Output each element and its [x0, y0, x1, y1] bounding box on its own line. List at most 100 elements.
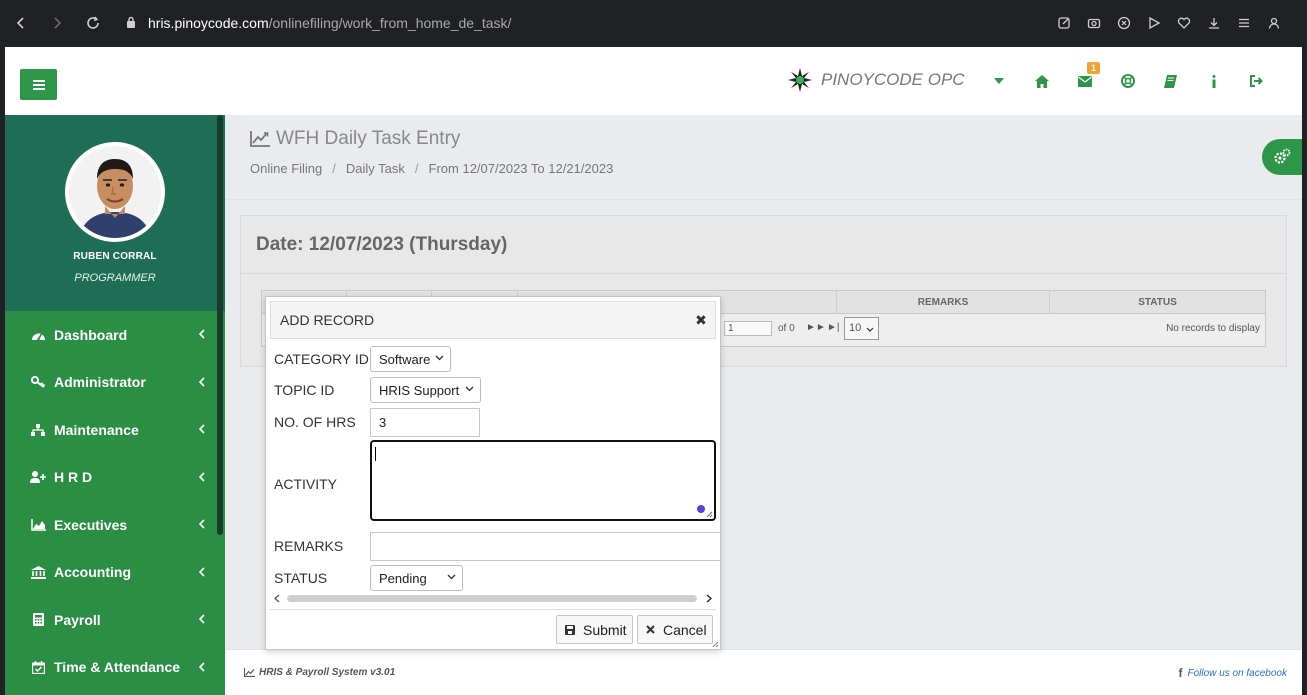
- user-role: PROGRAMMER: [74, 272, 156, 284]
- page-size-select[interactable]: 10: [844, 317, 879, 340]
- status-select[interactable]: Pending: [370, 565, 463, 591]
- calculator-icon: [30, 612, 46, 628]
- cancel-label: Cancel: [663, 621, 707, 638]
- menu-lines-icon[interactable]: [1229, 8, 1259, 38]
- scrollbar-thumb[interactable]: [287, 595, 697, 602]
- user-dropdown-button[interactable]: [977, 65, 1020, 97]
- grid-column-status[interactable]: STATUS: [1049, 291, 1265, 314]
- form-horizontal-scrollbar[interactable]: [274, 591, 716, 605]
- sidebar-item-hrd[interactable]: H R D: [5, 454, 225, 502]
- scroll-right-icon[interactable]: [706, 594, 712, 603]
- tachometer-icon: [30, 327, 46, 343]
- sidebar-item-administrator[interactable]: Administrator: [5, 359, 225, 407]
- add-record-dialog: ADD RECORD ✖ CATEGORY ID Software TOPIC …: [265, 296, 721, 650]
- sidebar-item-label: Administrator: [54, 374, 146, 391]
- page-number-input[interactable]: 1: [724, 321, 772, 336]
- sidebar-item-executives[interactable]: Executives: [5, 501, 225, 549]
- hours-input[interactable]: 3: [370, 408, 480, 437]
- page-title-text: WFH Daily Task Entry: [276, 128, 461, 149]
- breadcrumb-separator: /: [414, 161, 419, 176]
- chevron-left-icon: [199, 519, 205, 529]
- panel-title: Date: 12/07/2023 (Thursday): [241, 216, 1286, 274]
- envelope-icon: [1077, 75, 1092, 87]
- topic-select[interactable]: HRIS Support: [370, 377, 481, 403]
- avatar: [65, 142, 165, 242]
- footer-facebook-link[interactable]: f Follow us on facebook: [1178, 666, 1287, 680]
- grammar-extension-icon[interactable]: [697, 505, 705, 513]
- category-select[interactable]: Software: [370, 346, 451, 372]
- sidebar-toggle-button[interactable]: [20, 69, 57, 100]
- camera-icon[interactable]: [1079, 8, 1109, 38]
- caret-down-icon: [993, 78, 1004, 84]
- breadcrumb-online-filing[interactable]: Online Filing: [250, 161, 322, 176]
- footer-facebook-text: Follow us on facebook: [1187, 667, 1287, 679]
- sidebar-item-label: Payroll: [54, 611, 101, 628]
- breadcrumb-daily-task[interactable]: Daily Task: [346, 161, 405, 176]
- close-icon[interactable]: ✖: [693, 312, 709, 328]
- sidebar-scrollbar[interactable]: [217, 115, 223, 535]
- last-page-icon[interactable]: ►|: [827, 322, 840, 333]
- sidebar-item-label: Executives: [54, 516, 128, 533]
- heart-icon[interactable]: [1169, 8, 1199, 38]
- page-title: WFH Daily Task Entry: [250, 128, 460, 150]
- profile-icon[interactable]: [1259, 8, 1289, 38]
- remarks-input[interactable]: [370, 532, 720, 561]
- settings-panel-button[interactable]: [1262, 139, 1302, 175]
- sidebar-item-dashboard[interactable]: Dashboard: [5, 311, 225, 359]
- resize-handle-icon[interactable]: [712, 641, 719, 648]
- breadcrumb-separator: /: [332, 161, 336, 176]
- info-icon: [1212, 74, 1215, 88]
- reload-button[interactable]: [78, 8, 108, 38]
- topic-value: HRIS Support: [379, 382, 460, 398]
- bank-icon: [30, 564, 46, 580]
- line-chart-icon: [250, 131, 270, 147]
- sidebar-item-label: H R D: [54, 469, 93, 486]
- address-bar[interactable]: hris.pinoycode.com/onlinefiling/work_fro…: [126, 8, 511, 38]
- manual-button[interactable]: [1149, 65, 1192, 97]
- info-button[interactable]: [1192, 65, 1235, 97]
- activity-label: ACTIVITY: [274, 476, 338, 492]
- mail-button[interactable]: 1: [1063, 62, 1106, 97]
- brand[interactable]: PINOYCODE OPC: [787, 67, 965, 93]
- sidebar-item-payroll[interactable]: Payroll: [5, 596, 225, 644]
- grid-column-remarks[interactable]: REMARKS: [836, 291, 1049, 314]
- text-caret: [375, 447, 376, 461]
- breadcrumb: Online Filing / Daily Task / From 12/07/…: [250, 161, 613, 176]
- home-button[interactable]: [1020, 65, 1063, 97]
- floppy-disk-icon: [565, 624, 575, 635]
- breadcrumb-date-range: From 12/07/2023 To 12/21/2023: [428, 161, 614, 176]
- scroll-left-icon[interactable]: [274, 594, 280, 603]
- sidebar-item-time-attendance[interactable]: Time & Attendance: [5, 644, 225, 692]
- sidebar: RUBEN CORRAL PROGRAMMER Dashboard Admini…: [5, 115, 225, 695]
- url-host: hris.pinoycode.com: [148, 15, 269, 31]
- sidebar-item-label: Accounting: [54, 564, 131, 581]
- support-button[interactable]: [1106, 65, 1149, 97]
- url-path: /onlinefiling/work_from_home_de_task/: [268, 15, 512, 31]
- play-icon[interactable]: [1139, 8, 1169, 38]
- logout-button[interactable]: [1235, 65, 1278, 97]
- next-page-icon[interactable]: ►►: [806, 322, 826, 333]
- sidebar-item-accounting[interactable]: Accounting: [5, 549, 225, 597]
- sign-out-icon: [1249, 75, 1263, 87]
- home-icon: [1034, 74, 1049, 88]
- chevron-left-icon: [199, 566, 205, 577]
- cancel-button[interactable]: Cancel: [637, 615, 713, 644]
- dialog-title: ADD RECORD: [280, 312, 375, 328]
- download-icon[interactable]: [1199, 8, 1229, 38]
- page-footer: HRIS & Payroll System v3.01 f Follow us …: [225, 649, 1302, 695]
- shield-icon[interactable]: [1109, 8, 1139, 38]
- status-value: Pending: [379, 570, 427, 586]
- page-count: of 0: [778, 323, 795, 334]
- activity-textarea[interactable]: [370, 440, 716, 521]
- dialog-footer-divider: [270, 609, 716, 610]
- submit-button[interactable]: Submit: [556, 615, 633, 644]
- sidebar-item-maintenance[interactable]: Maintenance: [5, 406, 225, 454]
- calendar-check-icon: [30, 659, 46, 675]
- back-button[interactable]: [6, 8, 36, 38]
- share-icon[interactable]: [1049, 8, 1079, 38]
- forward-button[interactable]: [42, 8, 72, 38]
- sitemap-icon: [30, 422, 46, 438]
- resize-handle-icon[interactable]: [706, 511, 713, 518]
- area-chart-icon: [30, 517, 46, 533]
- top-nav: 1: [977, 62, 1278, 97]
